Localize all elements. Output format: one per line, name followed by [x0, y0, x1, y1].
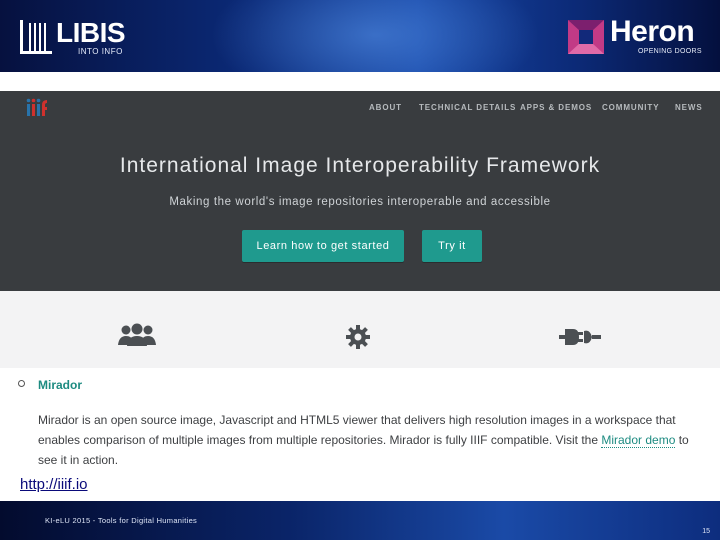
description-line-2-text: enables comparison of multiple images fr…	[38, 433, 602, 447]
plug-icon	[559, 329, 601, 345]
iiif-website-hero: ABOUT TECHNICAL DETAILS APPS & DEMOS COM…	[0, 91, 720, 291]
description-line-1: Mirador is an open source image, Javascr…	[38, 413, 676, 427]
nav-technical-details[interactable]: TECHNICAL DETAILS	[419, 103, 516, 112]
mirador-description: Mirador is an open source image, Javascr…	[38, 410, 698, 470]
nav-news[interactable]: NEWS	[675, 103, 703, 112]
heron-tagline: OPENING DOORS	[638, 48, 702, 55]
get-started-button[interactable]: Learn how to get started	[242, 230, 404, 262]
bullet-marker	[18, 380, 25, 387]
slide-footer: KI-eLU 2015 - Tools for Digital Humaniti…	[0, 501, 720, 540]
nav-about[interactable]: ABOUT	[369, 103, 402, 112]
description-line-2: enables comparison of multiple images fr…	[38, 430, 698, 450]
iiif-feature-strip	[0, 291, 720, 368]
nav-apps-demos[interactable]: APPS & DEMOS	[520, 103, 592, 112]
iiif-hero-subtitle: Making the world's image repositories in…	[169, 196, 551, 208]
mirador-demo-link[interactable]: Mirador demo	[601, 433, 676, 448]
banner-glow	[210, 0, 540, 72]
try-it-button[interactable]: Try it	[422, 230, 482, 262]
heron-mark-icon	[568, 20, 604, 54]
iiif-logo-icon[interactable]	[26, 97, 48, 117]
libis-bars-icon	[20, 20, 52, 54]
description-line-3: see it in action.	[38, 453, 119, 467]
iiif-navbar: ABOUT TECHNICAL DETAILS APPS & DEMOS COM…	[0, 91, 720, 123]
gear-icon	[346, 325, 370, 349]
iiif-url-link[interactable]: http://iiif.io	[20, 476, 88, 493]
libis-logo: LIBIS INTO INFO	[20, 18, 140, 56]
page-number: 15	[702, 528, 710, 535]
slide-header-banner: LIBIS INTO INFO Heron OPENING DOORS	[0, 0, 720, 72]
community-icon	[118, 323, 156, 346]
libis-name: LIBIS	[56, 17, 126, 48]
bullet-title-mirador: Mirador	[38, 378, 83, 392]
description-line-2-tail: to	[675, 433, 689, 447]
footer-text: KI-eLU 2015 - Tools for Digital Humaniti…	[45, 516, 198, 525]
heron-logo: Heron OPENING DOORS	[568, 15, 708, 58]
heron-name: Heron	[610, 15, 695, 48]
nav-community[interactable]: COMMUNITY	[602, 103, 659, 112]
iiif-hero-title: International Image Interoperability Fra…	[119, 154, 601, 177]
libis-tagline: INTO INFO	[78, 47, 123, 56]
